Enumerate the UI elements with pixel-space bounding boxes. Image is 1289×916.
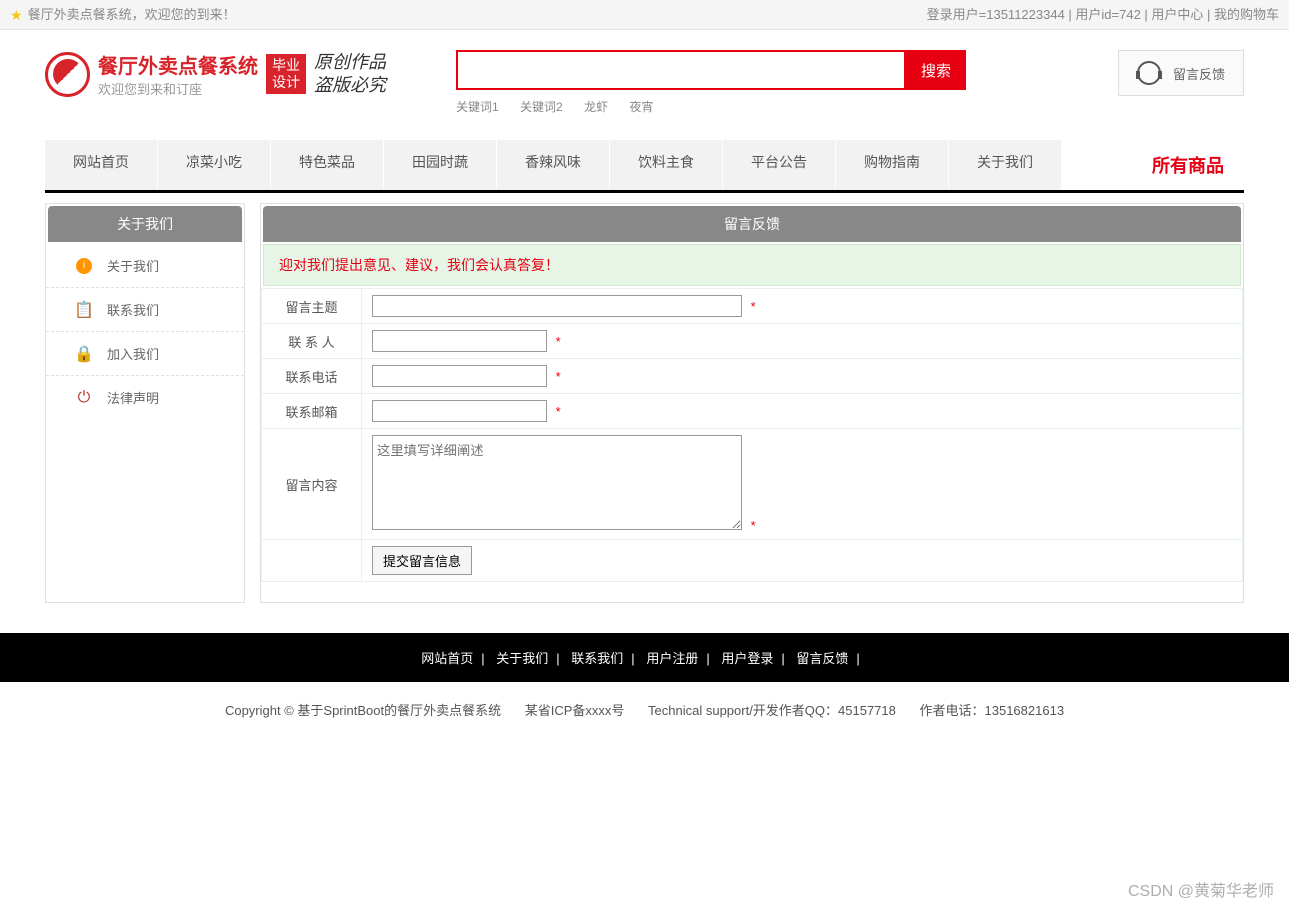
watermark: CSDN @黄菊华老师 — [1128, 877, 1274, 901]
content: 关于我们 i 关于我们 📋 联系我们 🔒 加入我们 ⏻ 法律声明 留言反馈 迎对… — [0, 193, 1289, 613]
keyword-link[interactable]: 夜宵 — [629, 100, 653, 114]
label-content: 留言内容 — [262, 429, 362, 540]
sidebar: 关于我们 i 关于我们 📋 联系我们 🔒 加入我们 ⏻ 法律声明 — [45, 203, 245, 603]
nav-all-products[interactable]: 所有商品 — [1132, 140, 1244, 190]
footer-link-register[interactable]: 用户注册 — [646, 651, 698, 666]
nav-cold-dishes[interactable]: 凉菜小吃 — [158, 140, 271, 190]
topbar-right[interactable]: 登录用户=13511223344 | 用户id=742 | 用户中心 | 我的购… — [927, 0, 1279, 29]
subject-input[interactable] — [372, 295, 742, 317]
label-subject: 留言主题 — [262, 289, 362, 324]
nav-guide[interactable]: 购物指南 — [836, 140, 949, 190]
copyright-text: Copyright © 基于SprintBoot的餐厅外卖点餐系统 — [225, 703, 501, 718]
phone-input[interactable] — [372, 365, 547, 387]
support-text: Technical support/开发作者QQ：45157718 — [648, 703, 896, 718]
main-header: 留言反馈 — [263, 206, 1241, 242]
info-icon: i — [76, 258, 92, 274]
topbar-left: ★ 餐厅外卖点餐系统，欢迎您的到来！ — [10, 0, 236, 29]
feedback-button[interactable]: 留言反馈 — [1118, 50, 1244, 96]
footer-nav: 网站首页| 关于我们| 联系我们| 用户注册| 用户登录| 留言反馈| — [0, 633, 1289, 682]
keywords: 关键词1 关键词2 龙虾 夜宵 — [456, 98, 966, 115]
header: 餐厅外卖点餐系统 欢迎您到来和订座 毕业 设计 原创作品 盗版必究 搜索 关键词… — [0, 30, 1289, 125]
nav-drinks[interactable]: 饮料主食 — [610, 140, 723, 190]
keyword-link[interactable]: 龙虾 — [584, 100, 608, 114]
label-contact: 联 系 人 — [262, 324, 362, 359]
icp-text: 某省ICP备xxxx号 — [525, 703, 625, 718]
script-line1: 原创作品 — [314, 51, 386, 74]
badge-line2: 设计 — [272, 74, 300, 91]
footer-copyright: Copyright © 基于SprintBoot的餐厅外卖点餐系统 某省ICP备… — [0, 682, 1289, 737]
keyword-link[interactable]: 关键词1 — [456, 100, 499, 114]
sidebar-item-label: 关于我们 — [107, 256, 159, 275]
search-block: 搜索 关键词1 关键词2 龙虾 夜宵 — [456, 50, 966, 115]
required-mark: * — [751, 518, 756, 533]
footer-link-feedback[interactable]: 留言反馈 — [796, 651, 848, 666]
welcome-text: 餐厅外卖点餐系统，欢迎您的到来！ — [28, 0, 236, 30]
required-mark: * — [556, 334, 561, 349]
keyword-link[interactable]: 关键词2 — [520, 100, 563, 114]
sidebar-header: 关于我们 — [48, 206, 242, 242]
script-text: 原创作品 盗版必究 — [314, 51, 386, 98]
content-textarea[interactable] — [372, 435, 742, 530]
script-line2: 盗版必究 — [314, 74, 386, 97]
footer-link-contact[interactable]: 联系我们 — [571, 651, 623, 666]
power-icon: ⏻ — [76, 390, 92, 406]
empty-cell — [262, 540, 362, 582]
star-icon: ★ — [10, 0, 23, 30]
nav-specialty[interactable]: 特色菜品 — [271, 140, 384, 190]
sidebar-item-join[interactable]: 🔒 加入我们 — [46, 332, 244, 376]
badge-graduation: 毕业 设计 — [266, 54, 306, 94]
feedback-button-label: 留言反馈 — [1173, 64, 1225, 83]
search-button[interactable]: 搜索 — [906, 50, 966, 90]
required-mark: * — [556, 404, 561, 419]
footer-link-home[interactable]: 网站首页 — [421, 651, 473, 666]
topbar: ★ 餐厅外卖点餐系统，欢迎您的到来！ 登录用户=13511223344 | 用户… — [0, 0, 1289, 30]
feedback-button-wrap: 留言反馈 — [1118, 50, 1244, 96]
logo-block[interactable]: 餐厅外卖点餐系统 欢迎您到来和订座 毕业 设计 原创作品 盗版必究 — [45, 50, 386, 98]
phone-text: 作者电话：13516821613 — [920, 703, 1065, 718]
sidebar-item-legal[interactable]: ⏻ 法律声明 — [46, 376, 244, 419]
sidebar-item-about[interactable]: i 关于我们 — [46, 244, 244, 288]
main-panel: 留言反馈 迎对我们提出意见、建议，我们会认真答复！ 留言主题 * 联 系 人 *… — [260, 203, 1244, 603]
search-input[interactable] — [456, 50, 906, 90]
headset-icon — [1137, 61, 1161, 85]
footer-link-login[interactable]: 用户登录 — [721, 651, 773, 666]
feedback-form: 留言主题 * 联 系 人 * 联系电话 * 联系邮箱 * 留言内容 * — [261, 288, 1243, 582]
required-mark: * — [751, 299, 756, 314]
label-email: 联系邮箱 — [262, 394, 362, 429]
clipboard-icon: 📋 — [76, 302, 92, 318]
sidebar-item-label: 加入我们 — [107, 344, 159, 363]
nav-home[interactable]: 网站首页 — [45, 140, 158, 190]
sidebar-item-label: 法律声明 — [107, 388, 159, 407]
user-links[interactable]: 登录用户=13511223344 | 用户id=742 | 用户中心 | 我的购… — [927, 7, 1279, 22]
logo-title: 餐厅外卖点餐系统 — [98, 50, 258, 79]
nav-announcements[interactable]: 平台公告 — [723, 140, 836, 190]
sidebar-item-label: 联系我们 — [107, 300, 159, 319]
nav-spicy[interactable]: 香辣风味 — [497, 140, 610, 190]
notice-bar: 迎对我们提出意见、建议，我们会认真答复！ — [263, 244, 1241, 286]
label-phone: 联系电话 — [262, 359, 362, 394]
main-nav: 网站首页 凉菜小吃 特色菜品 田园时蔬 香辣风味 饮料主食 平台公告 购物指南 … — [45, 140, 1244, 193]
nav-vegetables[interactable]: 田园时蔬 — [384, 140, 497, 190]
sidebar-item-contact[interactable]: 📋 联系我们 — [46, 288, 244, 332]
submit-button[interactable]: 提交留言信息 — [372, 546, 472, 575]
logo-icon — [45, 52, 90, 97]
badge-line1: 毕业 — [272, 57, 300, 74]
nav-about[interactable]: 关于我们 — [949, 140, 1062, 190]
logo-subtitle: 欢迎您到来和订座 — [98, 79, 258, 98]
email-input[interactable] — [372, 400, 547, 422]
required-mark: * — [556, 369, 561, 384]
lock-icon: 🔒 — [76, 346, 92, 362]
contact-input[interactable] — [372, 330, 547, 352]
footer-link-about[interactable]: 关于我们 — [496, 651, 548, 666]
